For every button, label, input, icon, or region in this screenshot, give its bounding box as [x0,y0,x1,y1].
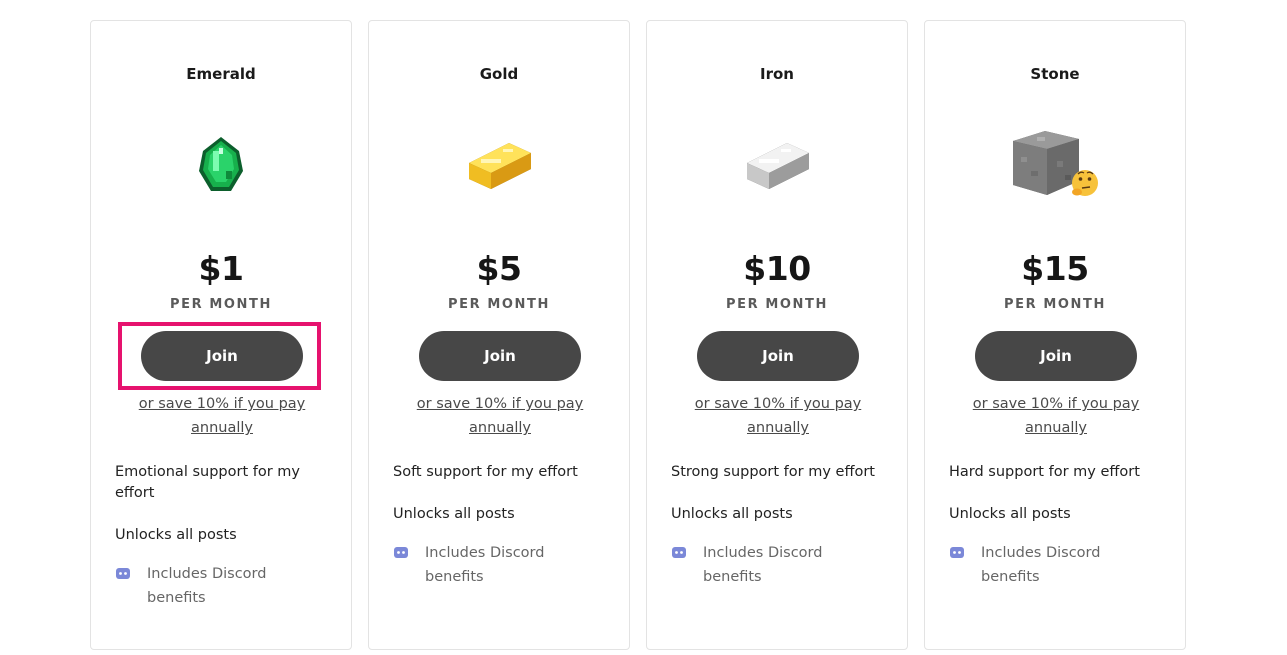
tier-description: Emotional support for my effort [115,464,300,501]
tier-price: $15 [1021,249,1089,288]
tier-name: Emerald [186,65,256,83]
tier-name: Stone [1030,65,1080,83]
discord-perk: Includes Discord benefits [393,541,607,589]
stone-block-thinking-icon [1007,127,1103,203]
discord-perk-label: Includes Discord benefits [147,566,267,606]
tier-description: Strong support for my effort [671,464,875,480]
iron-ingot-icon [729,127,825,203]
unlocks-posts-text: Unlocks all posts [671,506,793,522]
discord-perk: Includes Discord benefits [115,562,329,610]
tier-benefits: Strong support for my effort Unlocks all… [671,462,885,589]
join-button[interactable]: Join [697,331,859,381]
discord-perk: Includes Discord benefits [949,541,1163,589]
tier-card-emerald: Emerald $1 PER MONTH Join or save 10% if… [90,20,352,650]
tier-name: Gold [479,65,519,83]
tier-price: $10 [743,249,811,288]
discord-perk: Includes Discord benefits [671,541,885,589]
tier-description: Soft support for my effort [393,464,578,480]
tier-description: Hard support for my effort [949,464,1140,480]
discord-icon [949,545,965,561]
tier-name: Iron [760,65,794,83]
emerald-icon [173,127,269,203]
tier-period: PER MONTH [1004,297,1106,312]
tier-benefits: Emotional support for my effort Unlocks … [115,462,329,610]
tier-period: PER MONTH [170,297,272,312]
unlocks-posts-text: Unlocks all posts [949,506,1071,522]
tier-price: $5 [476,249,522,288]
unlocks-posts-text: Unlocks all posts [393,506,515,522]
join-button[interactable]: Join [419,331,581,381]
unlocks-posts-text: Unlocks all posts [115,527,237,543]
join-button[interactable]: Join [141,331,303,381]
annual-discount-link[interactable]: or save 10% if you pay annually [687,392,869,440]
tier-card-gold: Gold $5 PER MONTH Join or save 10% if yo… [368,20,630,650]
tier-benefits: Hard support for my effort Unlocks all p… [949,462,1163,589]
tier-list: Emerald $1 PER MONTH Join or save 10% if… [90,20,1186,650]
discord-perk-label: Includes Discord benefits [425,545,545,585]
discord-icon [115,566,131,582]
annual-discount-link[interactable]: or save 10% if you pay annually [965,392,1147,440]
gold-ingot-icon [451,127,547,203]
tier-period: PER MONTH [448,297,550,312]
discord-perk-label: Includes Discord benefits [703,545,823,585]
tier-price: $1 [198,249,244,288]
tier-benefits: Soft support for my effort Unlocks all p… [393,462,607,589]
discord-icon [671,545,687,561]
join-button[interactable]: Join [975,331,1137,381]
tier-card-stone: Stone $15 PER MONTH Join or save 10% if … [924,20,1186,650]
annual-discount-link[interactable]: or save 10% if you pay annually [131,392,313,440]
tier-card-iron: Iron $10 PER MONTH Join or save 10% if y… [646,20,908,650]
discord-perk-label: Includes Discord benefits [981,545,1101,585]
annual-discount-link[interactable]: or save 10% if you pay annually [409,392,591,440]
discord-icon [393,545,409,561]
tier-period: PER MONTH [726,297,828,312]
